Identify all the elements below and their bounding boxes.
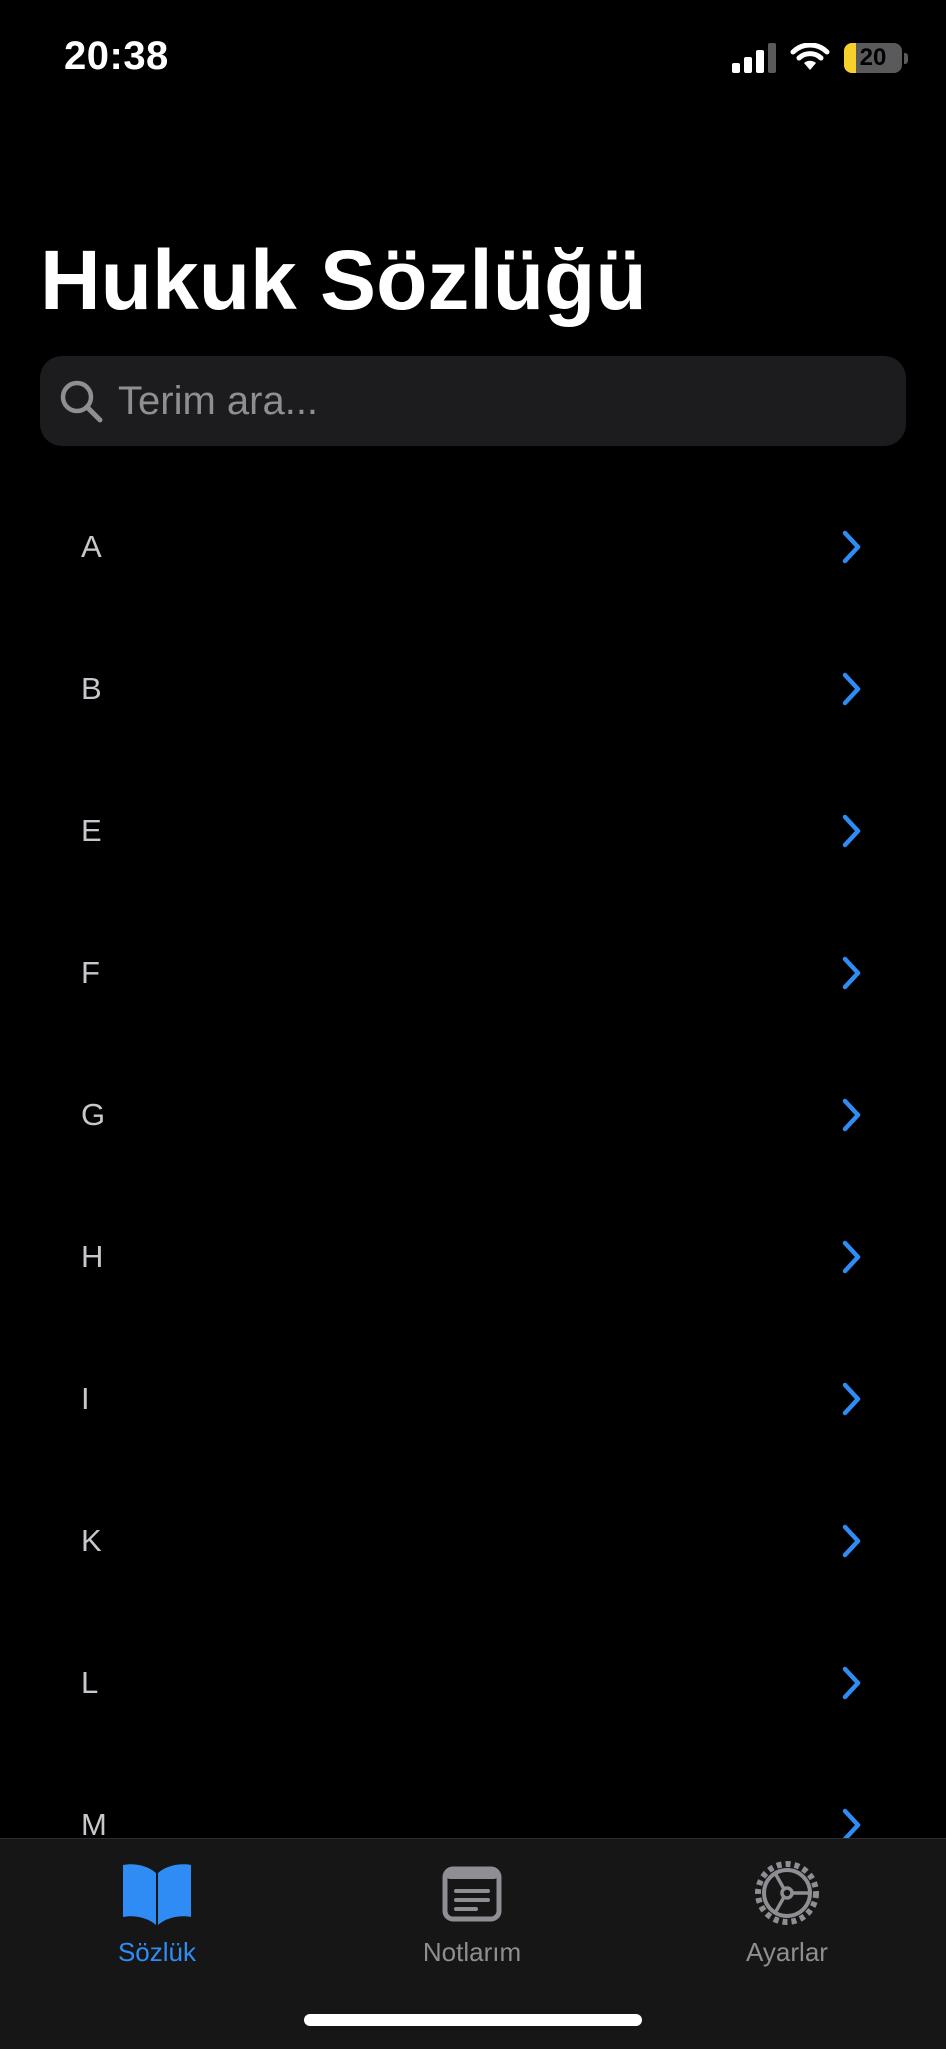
letter-row[interactable]: L (0, 1612, 946, 1754)
letter-row[interactable]: B (0, 618, 946, 760)
chevron-right-icon (842, 1666, 861, 1700)
chevron-right-icon (842, 672, 861, 706)
chevron-right-icon (842, 956, 861, 990)
cellular-signal-icon (732, 43, 776, 73)
tab-notlarim[interactable]: Notlarım (372, 1859, 572, 1968)
wifi-icon (790, 43, 830, 70)
letter-list: ABEFGHIKLM (0, 476, 946, 1896)
letter-row[interactable]: E (0, 760, 946, 902)
letter-label: F (81, 955, 100, 990)
letter-label: A (81, 529, 102, 564)
chevron-right-icon (842, 814, 861, 848)
tab-ayarlar[interactable]: Ayarlar (687, 1859, 887, 1968)
chevron-right-icon (842, 1240, 861, 1274)
letter-label: K (81, 1523, 102, 1558)
chevron-right-icon (842, 1382, 861, 1416)
search-input[interactable] (118, 356, 878, 446)
battery-fill (844, 43, 856, 73)
letter-label: L (81, 1665, 99, 1700)
letter-row[interactable]: G (0, 1044, 946, 1186)
tab-label: Notlarım (422, 1937, 522, 1967)
status-icons: 20 (732, 38, 908, 78)
tab-label: Sözlük (117, 1937, 197, 1967)
home-indicator (304, 2014, 642, 2026)
tab-sozluk[interactable]: Sözlük (57, 1859, 257, 1968)
letter-row[interactable]: H (0, 1186, 946, 1328)
tab-label: Ayarlar (746, 1937, 828, 1967)
battery-cap (904, 52, 908, 64)
book-icon (123, 1864, 191, 1925)
letter-row[interactable]: F (0, 902, 946, 1044)
letter-label: E (81, 813, 102, 848)
chevron-right-icon (842, 530, 861, 564)
battery-icon: 20 (844, 43, 902, 73)
letter-label: G (81, 1097, 106, 1132)
letter-row[interactable]: A (0, 476, 946, 618)
letter-label: H (81, 1239, 104, 1274)
letter-label: I (81, 1381, 90, 1416)
letter-label: B (81, 671, 102, 706)
chevron-right-icon (842, 1524, 861, 1558)
search-bar[interactable] (40, 356, 906, 446)
status-time: 20:38 (64, 34, 169, 78)
chevron-right-icon (842, 1098, 861, 1132)
letter-row[interactable]: K (0, 1470, 946, 1612)
search-icon (60, 380, 103, 423)
battery-level: 20 (859, 44, 887, 71)
page-title: Hukuk Sözlüğü (40, 233, 647, 327)
notes-icon (442, 1866, 502, 1922)
letter-row[interactable]: I (0, 1328, 946, 1470)
status-bar: 20:38 20 (0, 0, 946, 110)
gear-icon (755, 1861, 819, 1925)
